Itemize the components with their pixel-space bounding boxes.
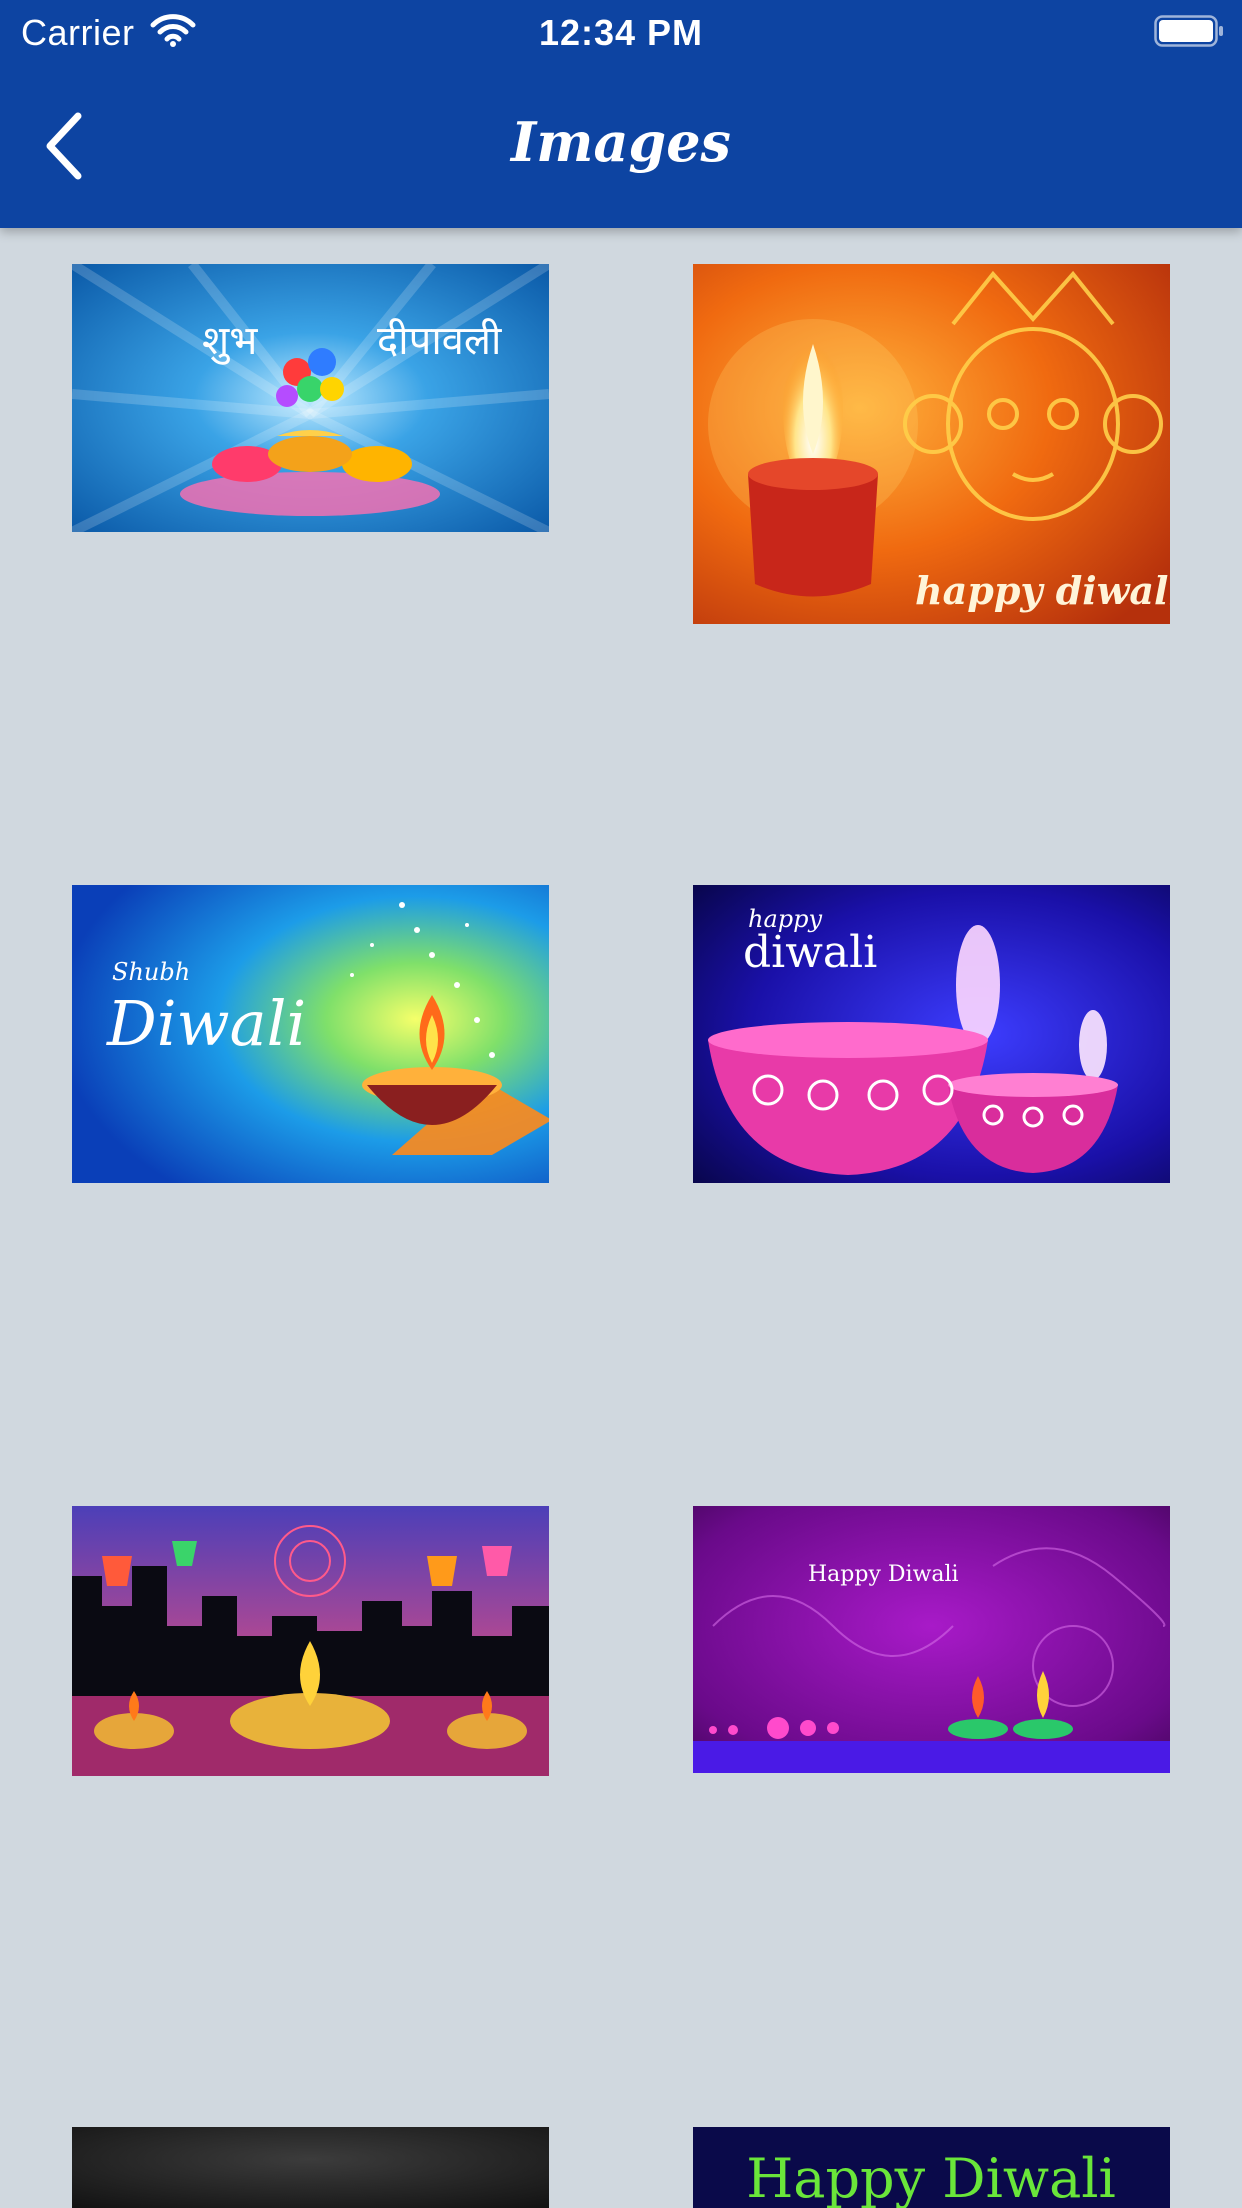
image-3-caption-small: Shubh — [112, 958, 190, 986]
battery-icon — [1154, 15, 1223, 47]
image-1-text-left: शुभ — [202, 318, 258, 365]
gallery-image-6[interactable]: Happy Diwali — [693, 1506, 1170, 1773]
gallery-image-2[interactable]: happy diwali — [693, 264, 1170, 624]
image-1-text-right: दीपावली — [377, 318, 502, 364]
status-bar: Carrier 12:34 PM — [0, 0, 1242, 62]
image-6-caption: Happy Diwali — [808, 1562, 959, 1587]
image-8-caption: Happy Diwali — [746, 2147, 1116, 2208]
gallery-image-8[interactable]: Happy Diwali — [693, 2127, 1170, 2208]
navigation-bar: Carrier 12:34 PM Images — [0, 0, 1242, 228]
image-2-caption: happy diwali — [915, 568, 1170, 613]
gallery-image-4[interactable]: happy diwali — [693, 885, 1170, 1183]
gallery-image-5[interactable] — [72, 1506, 549, 1776]
status-time: 12:34 PM — [538, 12, 704, 53]
gallery-image-7[interactable] — [72, 2127, 549, 2208]
page-title: Images — [511, 110, 731, 174]
image-3-caption-large: Diwali — [106, 987, 306, 1060]
gallery-image-1[interactable]: शुभ दीपावली — [72, 264, 549, 532]
image-grid: शुभ दीपावली happy diwali Shubh Diwali ha… — [0, 0, 1242, 2208]
image-4-caption-large: diwali — [743, 927, 877, 978]
gallery-image-3[interactable]: Shubh Diwali — [72, 885, 549, 1183]
